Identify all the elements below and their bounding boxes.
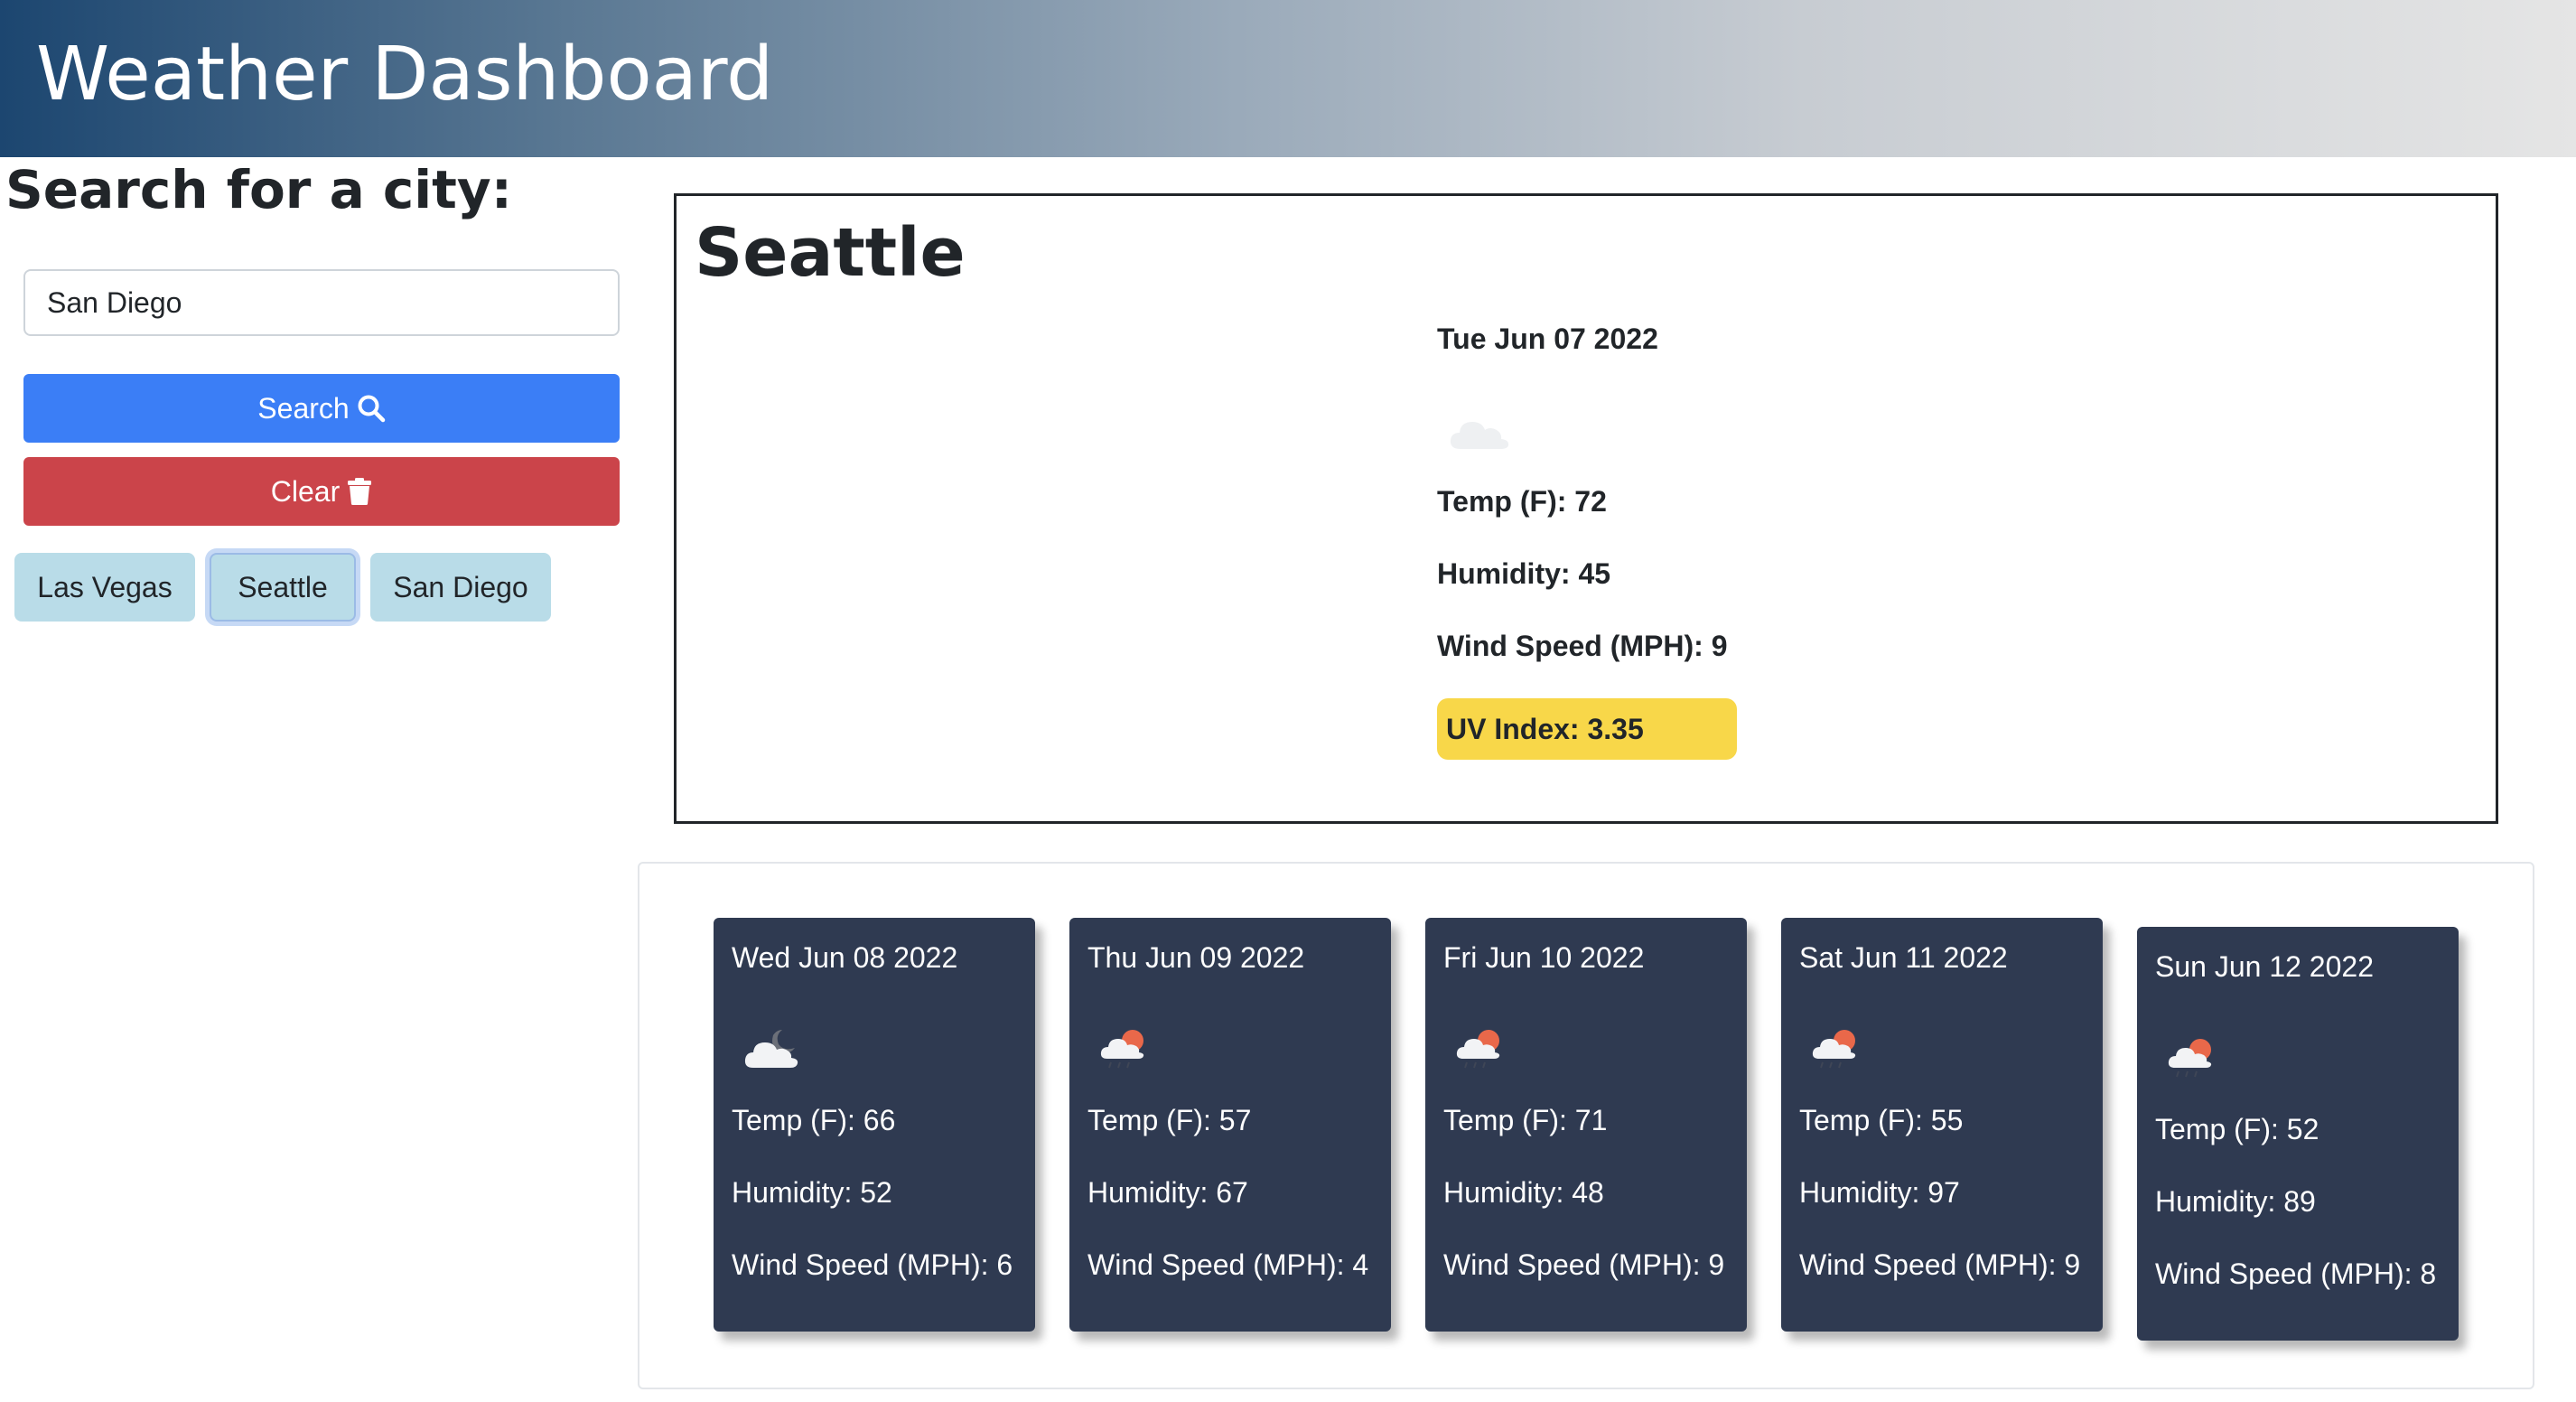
forecast-card: Fri Jun 10 2022 Temp (F): 71 Humidity: 4…	[1425, 918, 1747, 1332]
forecast-wind-speed: Wind Speed (MPH): 8	[2155, 1257, 2437, 1290]
uv-index-badge: UV Index: 3.35	[1437, 698, 1737, 760]
forecast-wind-speed: Wind Speed (MPH): 9	[1799, 1248, 2081, 1281]
cloud-icon	[1448, 411, 1511, 461]
current-weather-card: Seattle Tue Jun 07 2022 Temp (F): 72 Hum…	[674, 193, 2498, 824]
history-button-las-vegas[interactable]: Las Vegas	[14, 553, 195, 622]
search-button[interactable]: Search	[23, 374, 620, 443]
current-date: Tue Jun 07 2022	[1437, 322, 1658, 355]
forecast-date: Thu Jun 09 2022	[1087, 941, 1305, 974]
forecast-date: Fri Jun 10 2022	[1443, 941, 1645, 974]
forecast-temp: Temp (F): 55	[1799, 1104, 1964, 1136]
forecast-temp: Temp (F): 52	[2155, 1113, 2319, 1145]
current-humidity: Humidity: 45	[1437, 557, 1611, 590]
history-button-seattle[interactable]: Seattle	[210, 553, 356, 622]
forecast-temp: Temp (F): 57	[1087, 1104, 1252, 1136]
header-banner: Weather Dashboard	[0, 0, 2576, 157]
current-wind-speed: Wind Speed (MPH): 9	[1437, 630, 1728, 662]
rain-sun-icon	[1098, 1024, 1153, 1078]
forecast-wind-speed: Wind Speed (MPH): 9	[1443, 1248, 1725, 1281]
forecast-humidity: Humidity: 67	[1087, 1176, 1248, 1209]
forecast-panel: Wed Jun 08 2022 Temp (F): 66 Humidity: 5…	[638, 862, 2534, 1389]
rain-sun-icon	[1810, 1024, 1864, 1078]
forecast-wind-speed: Wind Speed (MPH): 4	[1087, 1248, 1369, 1281]
city-search-input[interactable]	[23, 269, 620, 336]
forecast-humidity: Humidity: 52	[732, 1176, 892, 1209]
forecast-wind-speed: Wind Speed (MPH): 6	[732, 1248, 1013, 1281]
cloud-moon-icon	[742, 1024, 807, 1080]
forecast-temp: Temp (F): 71	[1443, 1104, 1608, 1136]
magnifier-icon	[357, 394, 386, 423]
rain-sun-icon	[1454, 1024, 1508, 1078]
forecast-date: Sat Jun 11 2022	[1799, 941, 2008, 974]
forecast-humidity: Humidity: 97	[1799, 1176, 1960, 1209]
forecast-card: Wed Jun 08 2022 Temp (F): 66 Humidity: 5…	[714, 918, 1035, 1332]
search-button-label: Search	[257, 391, 350, 425]
forecast-card: Thu Jun 09 2022 Temp (F): 57 Humidity: 6…	[1069, 918, 1391, 1332]
app-title: Weather Dashboard	[36, 32, 774, 117]
current-temp: Temp (F): 72	[1437, 485, 1607, 518]
forecast-card: Sun Jun 12 2022 Temp (F): 52 Humidity: 8…	[2137, 927, 2459, 1341]
trash-icon	[347, 477, 372, 506]
rain-sun-icon	[2166, 1033, 2220, 1087]
forecast-humidity: Humidity: 89	[2155, 1185, 2316, 1218]
clear-button-label: Clear	[270, 474, 341, 508]
forecast-date: Wed Jun 08 2022	[732, 941, 958, 974]
forecast-date: Sun Jun 12 2022	[2155, 950, 2374, 983]
current-city-name: Seattle	[695, 214, 966, 292]
forecast-temp: Temp (F): 66	[732, 1104, 896, 1136]
search-heading: Search for a city:	[5, 159, 512, 220]
forecast-card: Sat Jun 11 2022 Temp (F): 55 Humidity: 9…	[1781, 918, 2103, 1332]
clear-button[interactable]: Clear	[23, 457, 620, 526]
history-button-san-diego[interactable]: San Diego	[370, 553, 551, 622]
forecast-humidity: Humidity: 48	[1443, 1176, 1604, 1209]
